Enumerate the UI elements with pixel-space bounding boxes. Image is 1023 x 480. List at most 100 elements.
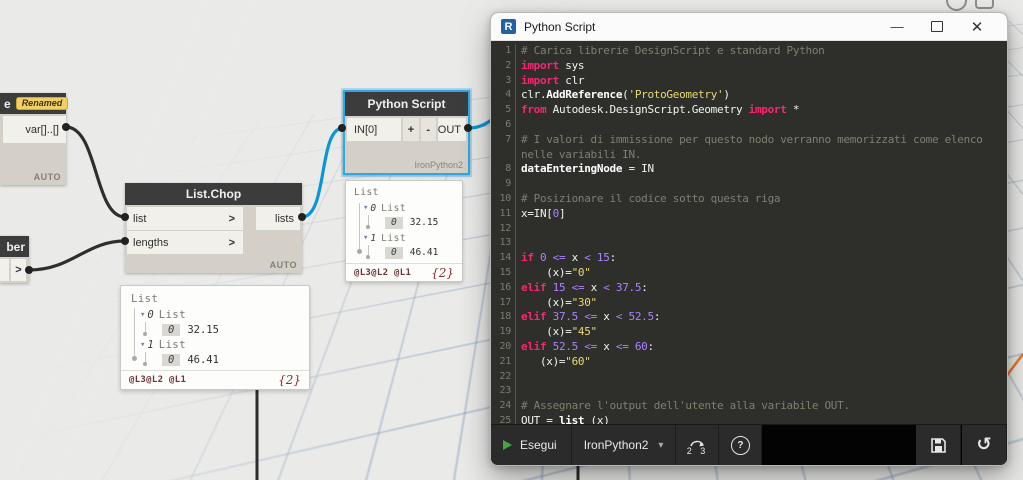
- node-list-chop[interactable]: List.Chop list > lengths > lists AUTO: [125, 183, 302, 273]
- help-button[interactable]: ?: [719, 425, 763, 465]
- window-titlebar[interactable]: R Python Script — ✕: [491, 13, 1007, 41]
- code-line[interactable]: 10 # Posizionare il codice sotto questa r…: [491, 191, 1007, 207]
- save-button[interactable]: [915, 425, 961, 465]
- collapse-triangle-icon[interactable]: ▾: [140, 310, 145, 320]
- port-out[interactable]: OUT: [437, 118, 466, 141]
- code-line[interactable]: 7 # I valori di immissione per questo nod…: [491, 132, 1007, 148]
- code-line[interactable]: 21 (x)="60": [491, 354, 1007, 370]
- code-line[interactable]: 23: [491, 384, 1007, 400]
- code-line[interactable]: 4 clr.AddReference('ProtoGeometry'): [491, 88, 1007, 104]
- lacing-label[interactable]: AUTO: [34, 172, 61, 182]
- item-index-badge: 0: [162, 353, 181, 366]
- editor-toolbar: Esegui IronPython2 ▾ 2 3 ? ↺: [491, 424, 1007, 465]
- code-line[interactable]: 9: [491, 177, 1007, 192]
- code-line[interactable]: 19 (x)="45": [491, 325, 1007, 340]
- collapse-triangle-icon[interactable]: ▾: [363, 233, 368, 243]
- port-lengths-label: lengths: [133, 236, 169, 249]
- port-in0[interactable]: IN[0]: [347, 118, 402, 141]
- branch-label: List: [381, 202, 407, 214]
- code-line[interactable]: 18 elif 37.5 <= x < 52.5:: [491, 310, 1007, 326]
- level-labels[interactable]: @L3@L2 @L1: [354, 268, 411, 278]
- watch-root-label: List: [354, 187, 379, 198]
- connector-var-out[interactable]: [62, 123, 70, 131]
- number-cell[interactable]: [0, 259, 9, 281]
- revert-icon: ↺: [976, 434, 992, 455]
- minimize-button[interactable]: —: [877, 13, 917, 40]
- collapse-triangle-icon[interactable]: ▾: [140, 340, 145, 350]
- branch-index: 1: [147, 339, 154, 351]
- revert-button[interactable]: ↺: [961, 425, 1007, 465]
- item-value: 32.15: [409, 217, 439, 228]
- connector-number-out[interactable]: [25, 266, 33, 274]
- code-line[interactable]: 8 dataEnteringNode = IN: [491, 162, 1007, 178]
- code-line[interactable]: 16 elif 15 <= x < 37.5:: [491, 280, 1007, 296]
- connector-lengths-in[interactable]: [121, 237, 129, 245]
- code-line[interactable]: 13: [491, 236, 1007, 252]
- code-line[interactable]: 6: [491, 117, 1007, 133]
- port-list-in[interactable]: list >: [127, 207, 243, 230]
- branch-index: 0: [370, 202, 377, 214]
- add-input-button[interactable]: +: [403, 118, 419, 141]
- port-var-out[interactable]: var[]..[]: [3, 116, 66, 143]
- close-button[interactable]: ✕: [957, 13, 997, 40]
- node-python-title[interactable]: Python Script: [345, 92, 468, 116]
- chevron-right-icon: >: [228, 236, 235, 249]
- window-title: Python Script: [524, 19, 596, 34]
- code-editor[interactable]: 1 # Carica librerie DesignScript e standa…: [491, 41, 1007, 424]
- collapse-triangle-icon[interactable]: ▾: [363, 203, 368, 213]
- item-index-badge: 0: [385, 246, 403, 259]
- connector-lists-out[interactable]: [298, 213, 306, 221]
- watch-item: 0 46.41: [140, 352, 303, 367]
- lacing-label[interactable]: AUTO: [270, 260, 297, 270]
- help-icon: ?: [730, 435, 750, 455]
- port-number-out[interactable]: >: [11, 259, 26, 281]
- run-button[interactable]: Esegui: [491, 425, 572, 465]
- port-lists-out[interactable]: lists: [256, 207, 300, 230]
- remove-input-button[interactable]: -: [420, 118, 436, 141]
- canvas-controls[interactable]: [946, 0, 994, 11]
- code-line[interactable]: 1 # Carica librerie DesignScript e standa…: [491, 44, 1007, 59]
- connector-list-in[interactable]: [121, 213, 129, 221]
- engine-dropdown[interactable]: IronPython2 ▾: [571, 425, 677, 465]
- tree-guide-dot: [366, 255, 370, 259]
- code-line[interactable]: 2 import sys: [491, 58, 1007, 74]
- port-lengths-in[interactable]: lengths >: [127, 231, 243, 254]
- code-line[interactable]: 17 (x)="30": [491, 295, 1007, 311]
- node-renamed[interactable]: e Renamed var[]..[] AUTO: [0, 93, 69, 185]
- node-python-script[interactable]: Python Script IN[0] + - OUT IronPython2: [343, 90, 470, 175]
- chevron-right-icon: >: [228, 212, 235, 225]
- node-renamed-header[interactable]: e Renamed: [0, 93, 69, 114]
- code-line[interactable]: 24 # Assegnare l'output dell'utente alla …: [491, 399, 1007, 414]
- code-line[interactable]: 15 (x)="0": [491, 265, 1007, 281]
- orbit-icon[interactable]: [946, 0, 967, 11]
- preview-bubble-big[interactable]: List ▾ 0 List 0 32.15 ▾ 1 List 0 46.41 @…: [120, 285, 310, 390]
- list-count: {2}: [431, 265, 454, 280]
- level-labels[interactable]: @L3@L2 @L1: [129, 375, 186, 385]
- maximize-button[interactable]: [917, 13, 957, 40]
- code-line[interactable]: 5 from Autodesk.DesignScript.Geometry imp…: [491, 103, 1007, 118]
- code-line[interactable]: 14 if 0 <= x < 15:: [491, 251, 1007, 266]
- preview-bubble-small[interactable]: List ▾ 0 List 0 32.15 ▾ 1 List 0 46.41 @…: [345, 180, 463, 282]
- code-line[interactable]: 25 OUT = list (x): [491, 413, 1007, 424]
- code-line[interactable]: 11 x=IN[0]: [491, 206, 1007, 222]
- node-list-chop-title[interactable]: List.Chop: [125, 183, 302, 205]
- play-icon: [503, 440, 512, 450]
- watch-item: 0 32.15: [140, 322, 303, 337]
- code-line[interactable]: 3 import clr: [491, 73, 1007, 89]
- connector-python-in[interactable]: [338, 124, 346, 132]
- code-line[interactable]: nelle variabili IN.: [491, 147, 1007, 163]
- node-number[interactable]: ber >: [0, 236, 29, 283]
- code-line[interactable]: 12: [491, 221, 1007, 237]
- branch-label: List: [381, 232, 407, 244]
- branch-index: 0: [147, 309, 154, 321]
- code-line[interactable]: 20 elif 52.5 <= x <= 60:: [491, 339, 1007, 355]
- watch-branch: ▾ 0 List 0 32.15: [131, 308, 303, 337]
- watch-branch: ▾ 0 List 0 32.15: [354, 201, 458, 230]
- item-value: 46.41: [409, 247, 439, 258]
- pan-icon[interactable]: [975, 0, 994, 9]
- node-number-header[interactable]: ber: [0, 236, 29, 257]
- watch-item: 0 46.41: [363, 245, 458, 260]
- code-line[interactable]: 22: [491, 369, 1007, 385]
- migrate-2to3-button[interactable]: 2 3: [676, 425, 720, 465]
- connector-python-out[interactable]: [464, 124, 472, 132]
